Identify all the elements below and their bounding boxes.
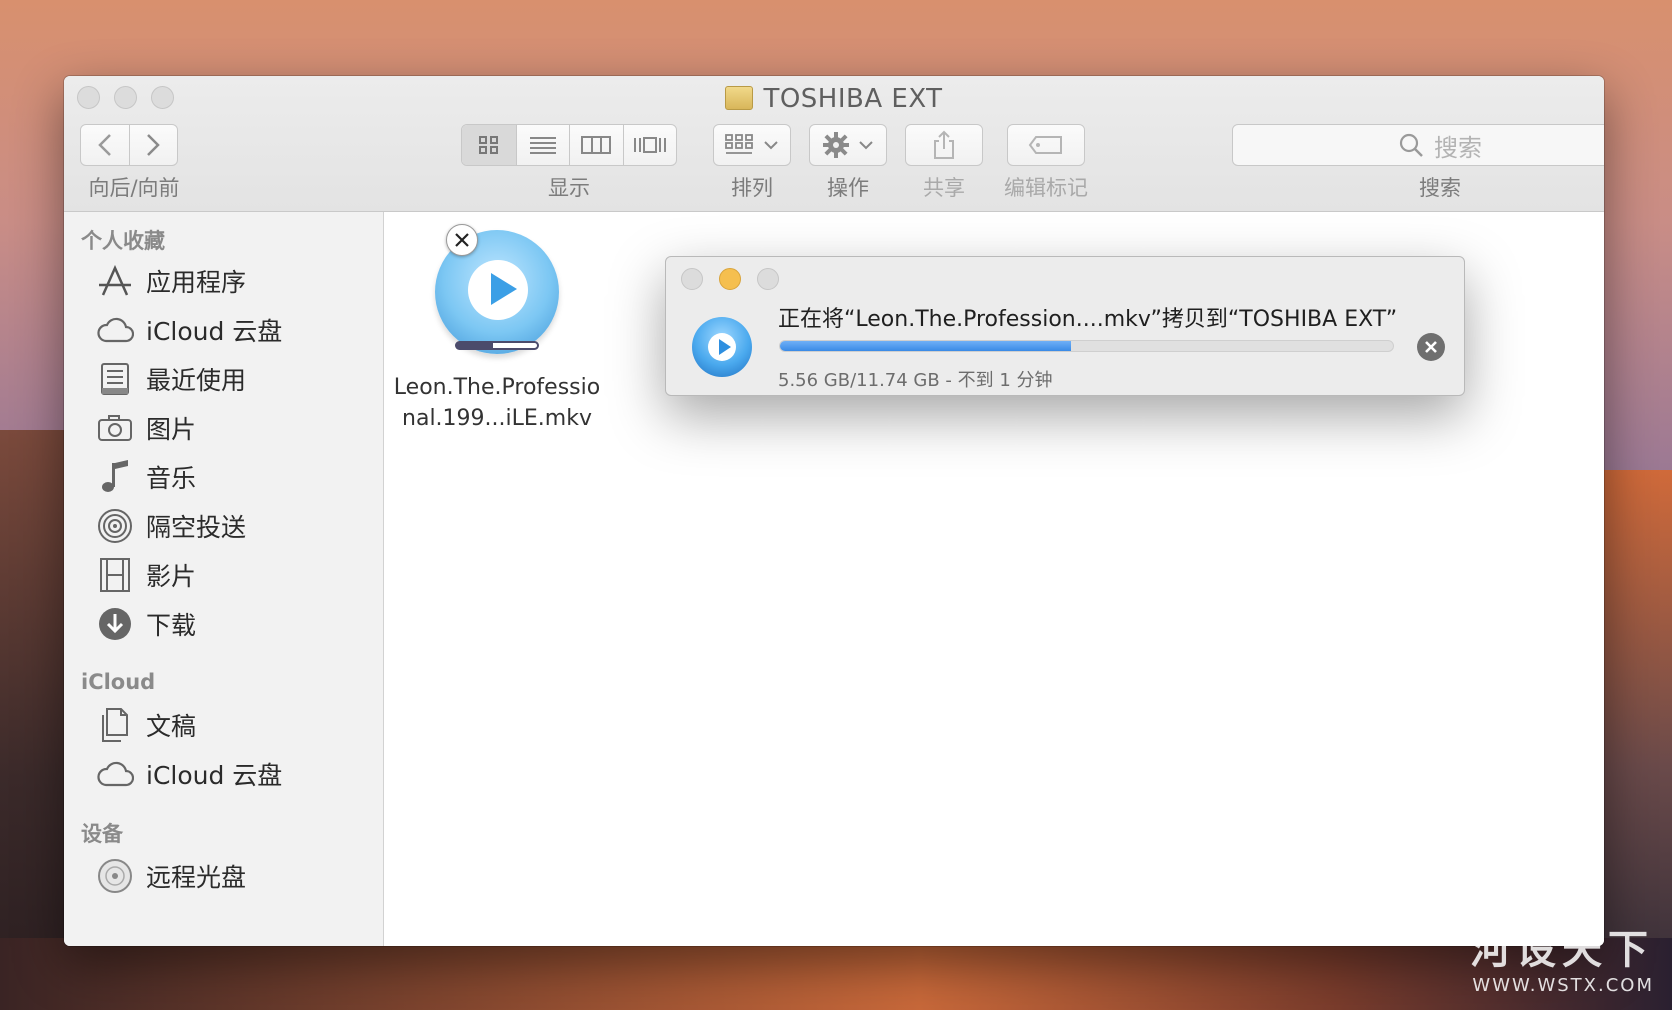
gear-icon <box>823 132 849 158</box>
watermark-url: WWW.WSTX.COM <box>1472 975 1654 996</box>
music-note-icon <box>96 458 134 496</box>
share-icon <box>934 130 954 159</box>
titlebar: TOSHIBA EXT 向后/向前 显示 排列 操作 共享 编辑标记 搜索 搜索 <box>64 76 1604 212</box>
dialog-zoom-button[interactable] <box>757 268 779 290</box>
sidebar-item-recents[interactable]: 最近使用 <box>96 356 246 402</box>
drive-icon <box>725 86 754 110</box>
tag-icon <box>1028 136 1062 154</box>
view-label: 显示 <box>548 176 590 200</box>
dialog-minimize-button[interactable] <box>719 268 741 290</box>
tags-label: 编辑标记 <box>1004 176 1088 200</box>
arrange-label: 排列 <box>731 176 773 200</box>
sidebar-heading-icloud: iCloud <box>81 670 156 694</box>
back-button[interactable] <box>81 125 129 165</box>
arrange-grid-icon <box>725 134 753 154</box>
watermark: 河设天下 WWW.WSTX.COM <box>1470 917 1654 996</box>
wallpaper-mountain-bottom <box>0 938 1672 1010</box>
watermark-logo: 河设天下 <box>1470 927 1654 973</box>
column-view-button[interactable] <box>569 125 623 165</box>
view-segmented-control <box>461 124 677 166</box>
sidebar-item-label: 隔空投送 <box>146 513 247 542</box>
airdrop-icon <box>96 507 134 545</box>
icon-view-button[interactable] <box>462 125 516 165</box>
camera-icon <box>96 409 134 447</box>
sidebar-item-label: 远程光盘 <box>146 863 247 892</box>
sidebar-item-label: 应用程序 <box>146 268 247 297</box>
forward-button[interactable] <box>128 125 177 165</box>
close-icon <box>1425 341 1437 353</box>
sidebar-item-icloud-drive-2[interactable]: iCloud 云盘 <box>96 751 282 797</box>
sidebar-item-movies[interactable]: 影片 <box>96 552 196 598</box>
search-field[interactable]: 搜索 <box>1232 124 1604 166</box>
chevron-down-icon <box>859 141 873 150</box>
chevron-left-icon <box>98 134 111 156</box>
applications-icon <box>96 262 134 300</box>
nav-label: 向后/向前 <box>88 176 180 200</box>
window-title: TOSHIBA EXT <box>64 84 1604 114</box>
sidebar-item-label: 音乐 <box>146 464 197 493</box>
sidebar: 个人收藏 应用程序 iCloud 云盘 最近使用 图片 音乐 隔空投送 影片 下… <box>64 212 384 946</box>
disc-icon <box>96 857 134 895</box>
grid-icon <box>478 136 498 154</box>
sidebar-item-music[interactable]: 音乐 <box>96 454 196 500</box>
share-button[interactable] <box>905 124 983 166</box>
sidebar-item-downloads[interactable]: 下载 <box>96 601 196 647</box>
sidebar-item-label: 图片 <box>146 415 197 444</box>
sidebar-item-icloud-drive[interactable]: iCloud 云盘 <box>96 307 282 353</box>
chevron-down-icon <box>764 141 778 150</box>
copy-progress-dialog: 正在将“Leon.The.Profession....mkv”拷贝到“TOSHI… <box>665 256 1465 396</box>
sidebar-item-documents[interactable]: 文稿 <box>96 702 196 748</box>
sidebar-item-label: 文稿 <box>146 712 197 741</box>
file-name: Leon.The.Professional.199...iLE.mkv <box>393 375 601 431</box>
recents-icon <box>96 360 134 398</box>
sidebar-item-pictures[interactable]: 图片 <box>96 405 196 451</box>
film-icon <box>96 556 134 594</box>
cloud-icon <box>96 311 134 349</box>
gallery-view-button[interactable] <box>622 125 677 165</box>
sidebar-item-label: 下载 <box>146 611 197 640</box>
chevron-right-icon <box>147 134 161 156</box>
sidebar-item-label: 最近使用 <box>146 366 247 395</box>
sidebar-item-label: 影片 <box>146 562 197 591</box>
cloud-icon <box>96 755 134 793</box>
search-placeholder: 搜索 <box>1434 133 1482 162</box>
copy-title: 正在将“Leon.The.Profession....mkv”拷贝到“TOSHI… <box>778 307 1398 332</box>
copy-progress-bar <box>779 340 1394 352</box>
sidebar-heading-devices: 设备 <box>81 822 123 846</box>
video-player-icon <box>692 317 752 377</box>
sidebar-item-label: iCloud 云盘 <box>146 317 283 346</box>
sidebar-item-airdrop[interactable]: 隔空投送 <box>96 503 246 549</box>
columns-icon <box>581 136 612 154</box>
search-icon <box>1399 133 1423 157</box>
nav-button-group <box>80 124 178 166</box>
stop-copy-button[interactable] <box>1417 333 1445 361</box>
download-icon <box>96 605 134 643</box>
action-label: 操作 <box>827 176 869 200</box>
arrange-button[interactable] <box>713 124 791 166</box>
documents-icon <box>96 706 134 744</box>
file-copy-progress <box>455 341 539 350</box>
sidebar-item-remote-disc[interactable]: 远程光盘 <box>96 853 246 899</box>
cancel-copy-icon[interactable] <box>446 224 478 256</box>
gallery-icon <box>633 137 666 153</box>
finder-window: TOSHIBA EXT 向后/向前 显示 排列 操作 共享 编辑标记 搜索 搜索… <box>64 76 1604 946</box>
list-icon <box>529 137 556 154</box>
window-title-text: TOSHIBA EXT <box>763 84 943 114</box>
sidebar-heading-favorites: 个人收藏 <box>81 229 165 253</box>
sidebar-item-applications[interactable]: 应用程序 <box>96 258 246 304</box>
dialog-close-button[interactable] <box>681 268 703 290</box>
list-view-button[interactable] <box>515 125 570 165</box>
search-label: 搜索 <box>1419 176 1461 200</box>
share-label: 共享 <box>923 176 965 200</box>
action-button[interactable] <box>809 124 887 166</box>
edit-tags-button[interactable] <box>1007 124 1085 166</box>
file-item[interactable]: Leon.The.Professional.199...iLE.mkv <box>392 224 602 434</box>
sidebar-item-label: iCloud 云盘 <box>146 761 283 790</box>
copy-status: 5.56 GB/11.74 GB - 不到 1 分钟 <box>778 370 1053 391</box>
